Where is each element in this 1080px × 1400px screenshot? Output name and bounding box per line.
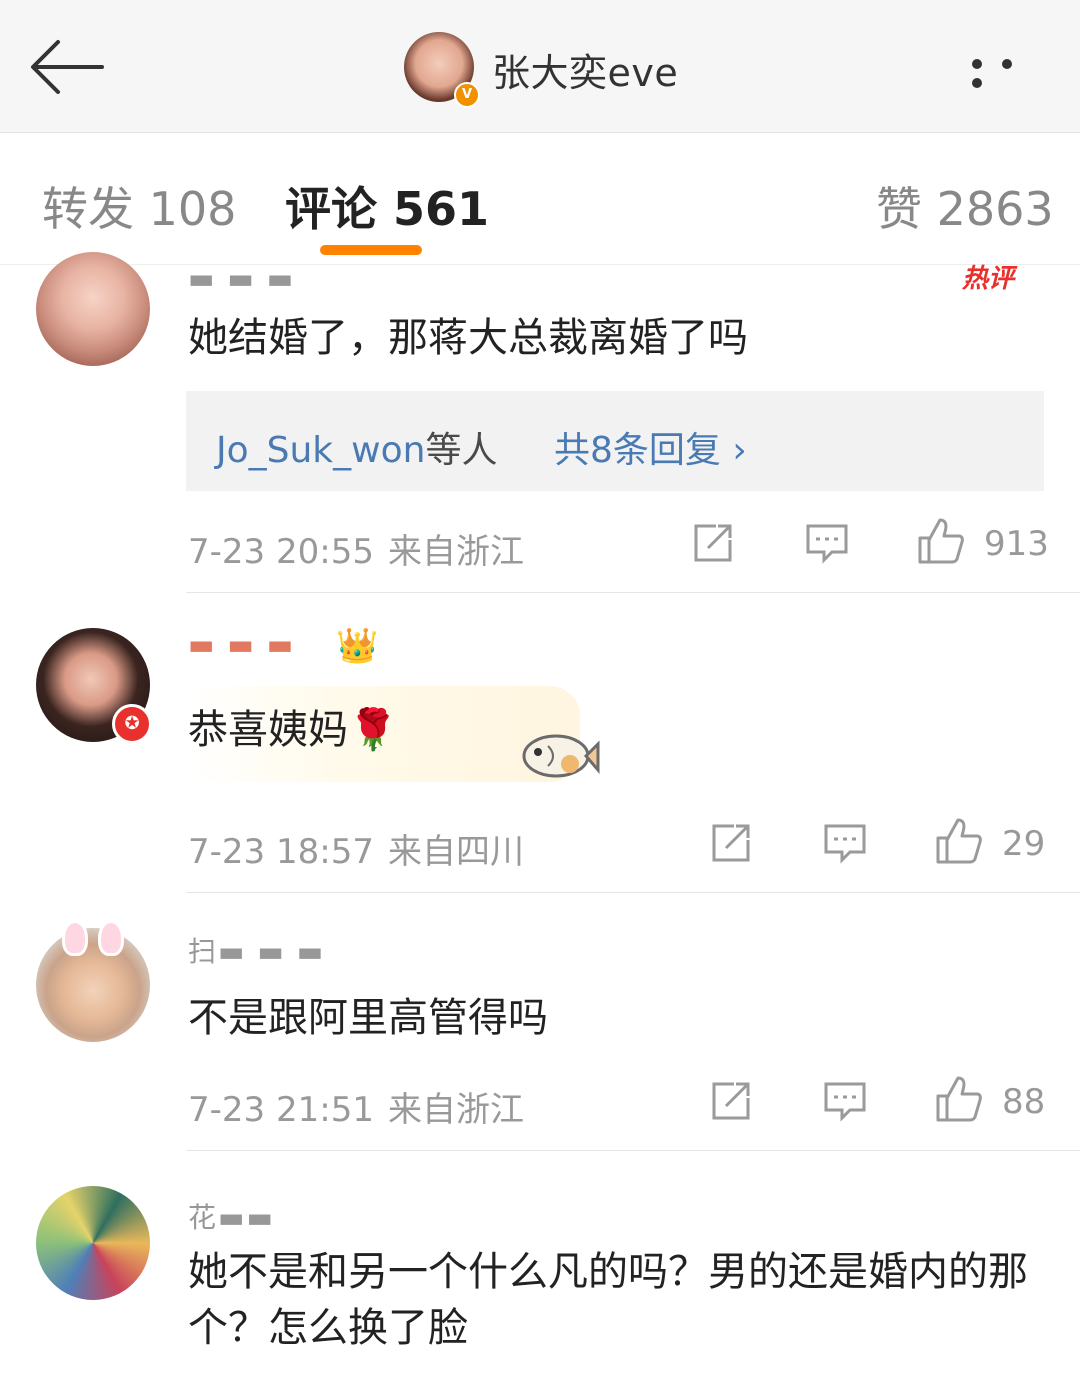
- commenter-avatar[interactable]: [36, 920, 150, 1042]
- back-arrow-icon[interactable]: [28, 36, 108, 98]
- comment-text: 她不是和另一个什么凡的吗？男的还是婚内的那个？怎么换了脸: [188, 1249, 1028, 1351]
- share-icon[interactable]: [708, 1078, 754, 1124]
- like-count: 88: [1002, 1082, 1046, 1122]
- fish-sticker-icon: [518, 726, 600, 786]
- commenter-avatar[interactable]: [36, 1186, 150, 1300]
- top-bar: V 张大奕eve: [0, 0, 1080, 133]
- poster-avatar[interactable]: V: [404, 32, 480, 108]
- verified-badge-icon: V: [454, 82, 480, 108]
- commenter-name[interactable]: 扫▬ ▬ ▬: [188, 930, 325, 970]
- reply-user-name[interactable]: Jo_Suk_won: [216, 430, 425, 471]
- reply-icon[interactable]: [822, 820, 868, 866]
- commenter-avatar[interactable]: [36, 252, 150, 366]
- comment-text: 她结婚了，那蒋大总裁离婚了吗: [188, 315, 748, 361]
- hot-comment-badge: 热评: [962, 264, 1015, 294]
- replies-preview[interactable]: Jo_Suk_won等人 共8条回复 ›: [186, 391, 1044, 491]
- reply-count-link[interactable]: 共8条回复 ›: [554, 421, 747, 473]
- comment-text: 不是跟阿里高管得吗: [188, 995, 548, 1041]
- comment-time: 7-23 21:51: [188, 1090, 374, 1130]
- tab-likes[interactable]: 赞 2863: [876, 173, 1054, 239]
- commenter-name[interactable]: ▬ ▬ ▬: [188, 628, 295, 661]
- vip-crown-icon: 👑: [336, 626, 379, 666]
- like-count: 913: [984, 524, 1049, 564]
- like-count: 29: [1002, 824, 1046, 864]
- comment-location: 来自浙江: [387, 1090, 524, 1130]
- tab-comments[interactable]: 评论 561: [285, 173, 489, 239]
- reply-icon[interactable]: [804, 520, 850, 566]
- comment-meta: 7-23 20:55 来自浙江: [188, 524, 524, 573]
- active-tab-indicator: [320, 245, 422, 255]
- comment-page: V 张大奕eve 转发 108 评论 561 赞 2863 ▬ ▬ ▬ 热评 她…: [0, 0, 1080, 1400]
- comment-meta: 7-23 21:51 来自浙江: [188, 1082, 524, 1131]
- comment-location: 来自四川: [387, 832, 524, 872]
- share-icon[interactable]: [690, 520, 736, 566]
- commenter-name[interactable]: 花▬▬: [188, 1196, 275, 1236]
- member-star-icon: ✪: [112, 704, 152, 744]
- commenter-avatar[interactable]: ✪: [36, 628, 152, 744]
- bunny-ears-icon: [62, 920, 124, 956]
- reply-users-suffix: 等人: [425, 430, 498, 471]
- poster-name[interactable]: 张大奕eve: [492, 42, 678, 97]
- comment-time: 7-23 18:57: [188, 832, 374, 872]
- tab-repost[interactable]: 转发 108: [42, 173, 236, 239]
- comment-location: 来自浙江: [387, 532, 524, 572]
- comment-divider: [186, 892, 1080, 893]
- comment-time: 7-23 20:55: [188, 532, 374, 572]
- comment-text: 恭喜姨妈🌹: [188, 707, 398, 753]
- commenter-name[interactable]: ▬ ▬ ▬: [188, 262, 295, 295]
- comment-divider: [186, 592, 1080, 593]
- like-icon[interactable]: [934, 816, 982, 864]
- share-icon[interactable]: [708, 820, 754, 866]
- reply-icon[interactable]: [822, 1078, 868, 1124]
- comment-meta: 7-23 18:57 来自四川: [188, 824, 524, 873]
- comment-divider: [186, 1150, 1080, 1151]
- like-icon[interactable]: [934, 1074, 982, 1122]
- more-options-icon[interactable]: [972, 54, 1056, 88]
- tab-bar: 转发 108 评论 561 赞 2863: [0, 133, 1080, 265]
- like-icon[interactable]: [916, 516, 964, 564]
